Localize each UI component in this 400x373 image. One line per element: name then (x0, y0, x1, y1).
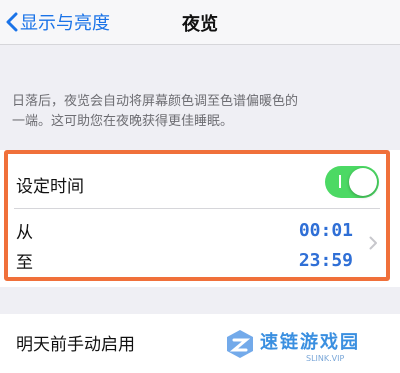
night-shift-description: 日落后，夜览会自动将屏幕颜色调至色谱偏暖色的 一端。这可助您在夜晚获得更佳睡眠。 (12, 92, 388, 132)
watermark: 速链游戏园 SLINK.VIP (218, 318, 394, 372)
watermark-name: 速链游戏园 (260, 332, 360, 353)
navigation-bar: 显示与亮度 夜览 (0, 0, 400, 45)
watermark-url: SLINK.VIP (306, 354, 345, 363)
watermark-logo-icon (227, 330, 253, 358)
manual-enable-label[interactable]: 明天前手动启用 (16, 330, 135, 355)
description-line-2: 一端。这可助您在夜晚获得更佳睡眠。 (12, 114, 234, 129)
description-line-1: 日落后，夜览会自动将屏幕颜色调至色谱偏暖色的 (12, 94, 299, 109)
page-title: 夜览 (182, 14, 218, 35)
highlight-box (4, 150, 390, 281)
